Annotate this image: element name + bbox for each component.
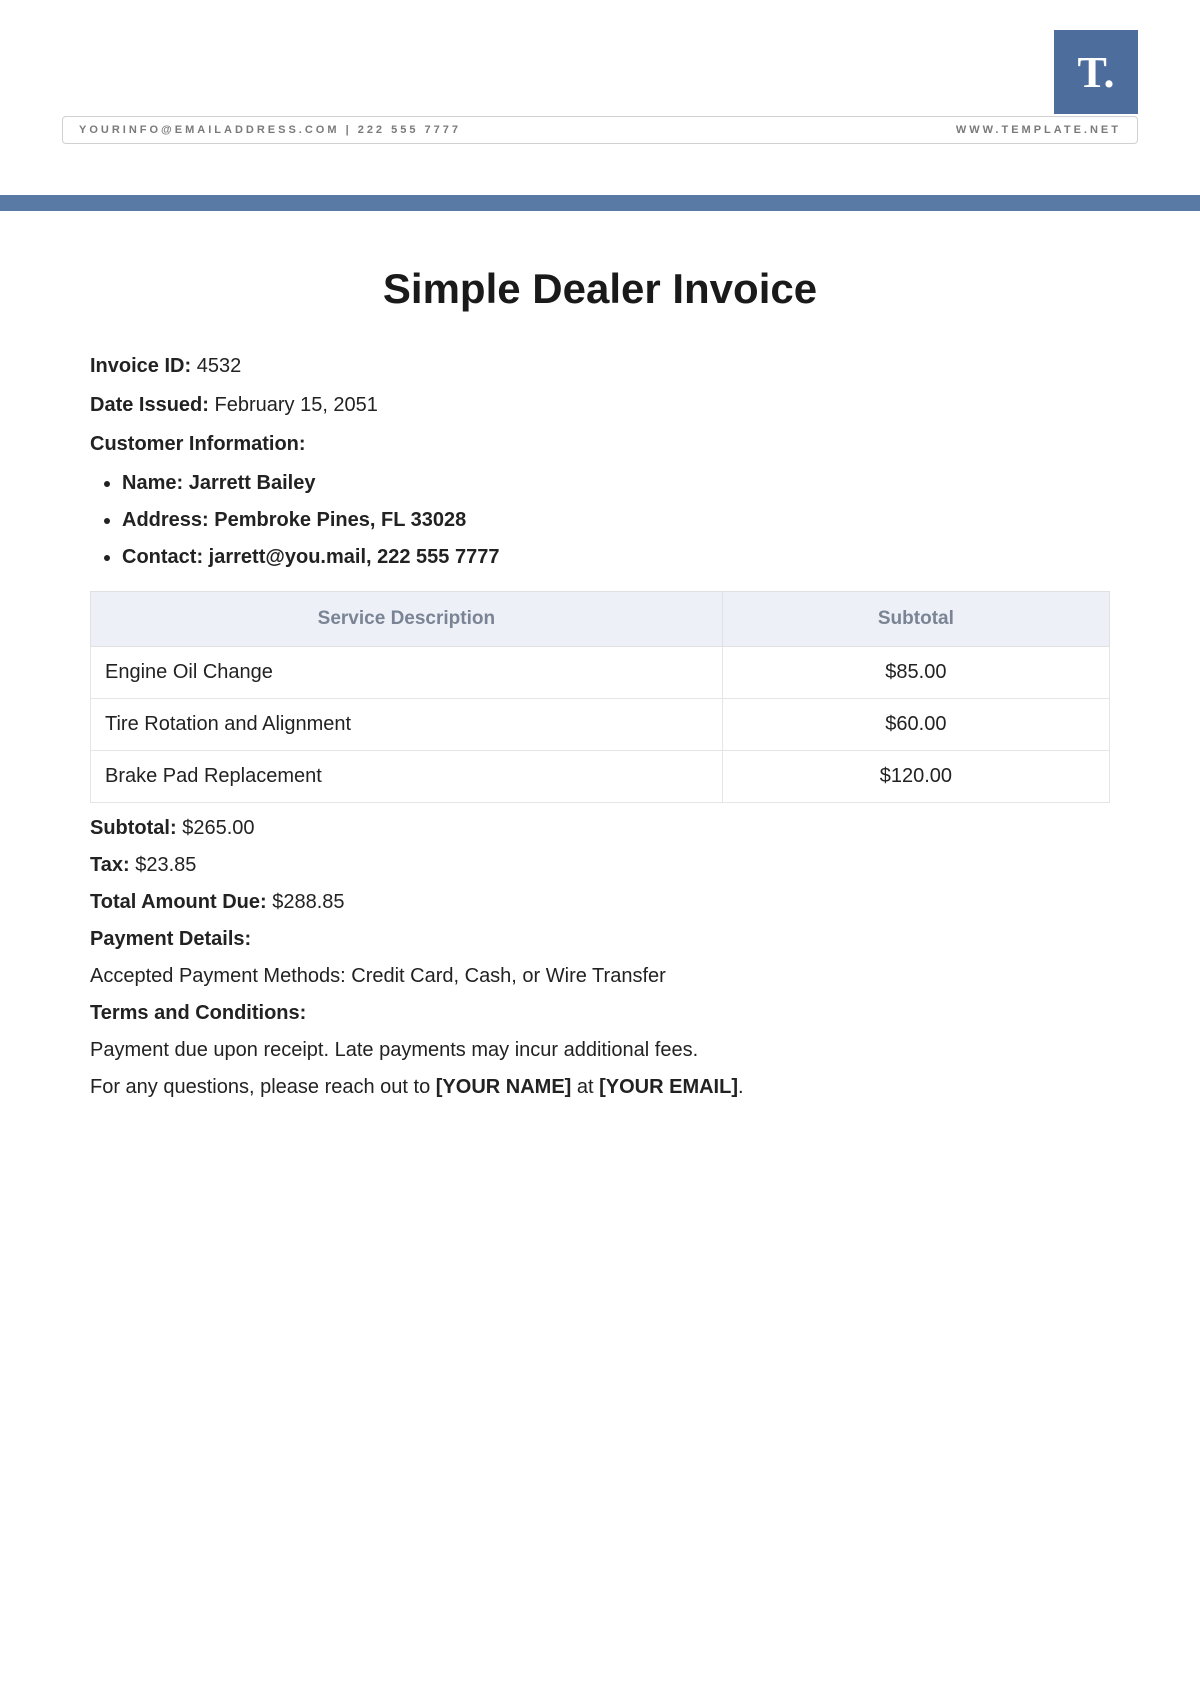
brand-logo: T. [1054,30,1138,114]
customer-address-label: Address [122,509,202,531]
contact-middle: at [571,1076,599,1098]
accent-bar [0,195,1200,211]
terms-heading: Terms and Conditions: [90,1002,1110,1025]
service-description: Tire Rotation and Alignment [91,699,723,751]
table-header-row: Service Description Subtotal [91,592,1110,647]
contact-line: For any questions, please reach out to [… [90,1076,1110,1099]
customer-contact-label: Contact [122,546,196,568]
service-description: Engine Oil Change [91,647,723,699]
page-title: Simple Dealer Invoice [90,265,1110,313]
date-issued-label: Date Issued [90,394,202,416]
service-subtotal: $60.00 [722,699,1109,751]
services-table: Service Description Subtotal Engine Oil … [90,591,1110,803]
customer-contact-email: jarrett@you.mail [209,546,366,568]
header-info-bar: YOURINFO@EMAILADDRESS.COM | 222 555 7777… [62,116,1138,144]
invoice-content: Simple Dealer Invoice Invoice ID: 4532 D… [90,265,1110,1113]
customer-name-label: Name [122,472,176,494]
contact-prefix: For any questions, please reach out to [90,1076,436,1098]
date-issued-value: February 15, 2051 [214,394,377,416]
payment-details-heading: Payment Details: [90,928,1110,951]
table-row: Brake Pad Replacement $120.00 [91,751,1110,803]
terms-text: Payment due upon receipt. Late payments … [90,1039,1110,1062]
tax-value: $23.85 [135,854,196,876]
col-header-description: Service Description [91,592,723,647]
subtotal-label: Subtotal [90,817,170,839]
customer-name-value: Jarrett Bailey [189,472,316,494]
invoice-id-line: Invoice ID: 4532 [90,355,1110,378]
customer-address-line: Address: Pembroke Pines, FL 33028 [122,509,1110,532]
contact-name-placeholder: [YOUR NAME] [436,1076,572,1098]
contact-suffix: . [738,1076,744,1098]
header-contact-text: YOURINFO@EMAILADDRESS.COM | 222 555 7777 [79,124,461,136]
customer-address-value: Pembroke Pines, FL 33028 [214,509,466,531]
subtotal-line: Subtotal: $265.00 [90,817,1110,840]
header-website-text: WWW.TEMPLATE.NET [956,124,1121,136]
subtotal-value: $265.00 [182,817,254,839]
total-due-label: Total Amount Due [90,891,260,913]
invoice-id-value: 4532 [197,355,242,377]
col-header-subtotal: Subtotal [722,592,1109,647]
table-row: Engine Oil Change $85.00 [91,647,1110,699]
date-issued-line: Date Issued: February 15, 2051 [90,394,1110,417]
service-description: Brake Pad Replacement [91,751,723,803]
customer-info-list: Name: Jarrett Bailey Address: Pembroke P… [90,472,1110,569]
payment-details-text: Accepted Payment Methods: Credit Card, C… [90,965,1110,988]
customer-name-line: Name: Jarrett Bailey [122,472,1110,495]
service-subtotal: $120.00 [722,751,1109,803]
invoice-id-label: Invoice ID [90,355,184,377]
service-subtotal: $85.00 [722,647,1109,699]
tax-line: Tax: $23.85 [90,854,1110,877]
customer-contact-phone: 222 555 7777 [377,546,499,568]
tax-label: Tax [90,854,123,876]
total-due-value: $288.85 [272,891,344,913]
total-due-line: Total Amount Due: $288.85 [90,891,1110,914]
table-row: Tire Rotation and Alignment $60.00 [91,699,1110,751]
customer-contact-line: Contact: jarrett@you.mail, 222 555 7777 [122,546,1110,569]
contact-email-placeholder: [YOUR EMAIL] [599,1076,738,1098]
customer-info-heading: Customer Information: [90,433,1110,456]
brand-logo-text: T. [1077,47,1114,98]
